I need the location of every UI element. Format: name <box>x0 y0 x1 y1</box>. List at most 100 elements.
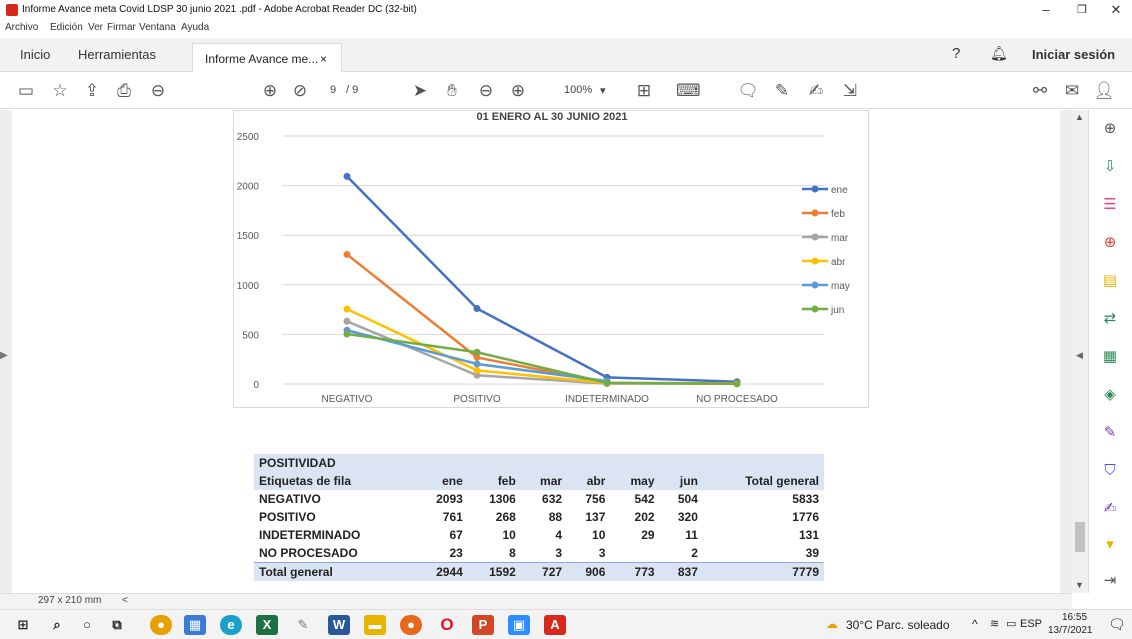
paint-icon[interactable]: ✎ <box>292 615 314 635</box>
zoom-in-icon[interactable]: ⊕ <box>506 79 530 103</box>
zoom-app-icon[interactable]: ▣ <box>508 615 530 635</box>
network-icon[interactable]: ≋ <box>990 617 999 630</box>
y-tick-label: 500 <box>242 330 259 341</box>
link-icon[interactable]: ⚯ <box>1028 79 1052 103</box>
star-icon[interactable]: ☆ <box>48 79 72 103</box>
zoom-icon[interactable]: ⊕ <box>1099 118 1121 140</box>
fit-page-icon[interactable]: ⊞ <box>632 79 656 103</box>
menu-firmar[interactable]: Firmar <box>107 22 136 33</box>
highlight-pen-icon[interactable]: ✎ <box>770 79 794 103</box>
line-chart: 01 ENERO AL 30 JUNIO 2021 0 500 1000 1500 200… <box>233 110 869 408</box>
clock-time[interactable]: 16:55 <box>1062 612 1087 623</box>
prev-page-icon[interactable]: ⊕ <box>258 79 282 103</box>
zoom-search-icon[interactable]: ⊖ <box>146 79 170 103</box>
weather-text[interactable]: 30°C Parc. soleado <box>846 618 950 632</box>
bell-icon[interactable]: 🔔︎ <box>990 45 1008 62</box>
row-label: Total general <box>254 562 415 581</box>
acrobat-taskbar-icon[interactable]: A <box>544 615 566 635</box>
print-icon[interactable]: ⎙ <box>112 79 136 103</box>
scroll-left-button[interactable]: < <box>122 595 128 606</box>
collapse-panel-icon[interactable]: ⇥ <box>1099 570 1121 592</box>
task-view-icon[interactable]: ⧉ <box>106 615 128 635</box>
tray-chevron-icon[interactable]: ^ <box>972 617 978 631</box>
zoom-level-select[interactable]: 100% <box>564 84 592 96</box>
save-icon[interactable]: ▭ <box>14 79 38 103</box>
help-icon[interactable]: ? <box>952 45 960 62</box>
fill-sign-icon[interactable]: ✎ <box>1099 422 1121 444</box>
table-row: INDETERMINADO 67 10 4 10 29 11 131 <box>254 526 824 544</box>
windows-start-icon[interactable]: ⊞ <box>12 615 34 635</box>
search-icon[interactable]: ⌕ <box>46 615 68 635</box>
convert-icon[interactable]: ⇄ <box>1099 308 1121 330</box>
table-cell: 1592 <box>467 562 521 581</box>
expand-left-panel-icon[interactable]: ▶ <box>0 350 8 361</box>
comment-tool-icon[interactable]: ▤ <box>1099 270 1121 292</box>
scan-icon[interactable]: ◈ <box>1099 384 1121 406</box>
organize-pages-icon[interactable]: ☰ <box>1099 194 1121 216</box>
table-cell: 67 <box>449 528 463 542</box>
firefox-icon[interactable]: ● <box>400 615 422 635</box>
add-user-icon[interactable]: 👤︎ <box>1092 79 1116 103</box>
word-icon[interactable]: W <box>328 615 350 635</box>
page-display-icon[interactable]: ⌨ <box>676 79 701 103</box>
language-indicator[interactable]: ESP <box>1020 618 1042 630</box>
current-page-input[interactable]: 9 <box>330 84 336 96</box>
menu-edicion[interactable]: Edición <box>50 22 83 33</box>
sign-in-button[interactable]: Iniciar sesión <box>1032 47 1115 62</box>
page-size-label: 297 x 210 mm <box>38 595 102 606</box>
compress-icon[interactable]: ▦ <box>1099 346 1121 368</box>
menu-ver[interactable]: Ver <box>88 22 103 33</box>
menu-archivo[interactable]: Archivo <box>5 22 38 33</box>
chrome-icon[interactable]: ● <box>150 615 172 635</box>
cloud-upload-icon[interactable]: ⇪ <box>80 79 104 103</box>
powerpoint-icon[interactable]: P <box>472 615 494 635</box>
menu-ayuda[interactable]: Ayuda <box>181 22 209 33</box>
cortana-icon[interactable]: ○ <box>76 615 98 635</box>
tab-home[interactable]: Inicio <box>20 47 50 62</box>
tab-close-icon[interactable]: × <box>320 52 327 66</box>
weather-icon[interactable]: ☁ <box>826 617 838 631</box>
select-cursor-icon[interactable]: ➤ <box>408 79 432 103</box>
export-pdf-icon[interactable]: ⇩ <box>1099 156 1121 178</box>
more-tools-icon[interactable]: ▾ <box>1099 534 1121 556</box>
create-pdf-icon[interactable]: ⊕ <box>1099 232 1121 254</box>
pivot-table: POSITIVIDAD Etiquetas de fila ene feb mar abr… <box>254 454 824 581</box>
signature-icon[interactable]: ✍︎ <box>1099 498 1121 520</box>
table-cell: 137 <box>585 510 606 524</box>
control-panel-icon[interactable]: ▦ <box>184 615 206 635</box>
collapse-right-arrow-icon[interactable]: ◀ <box>1076 350 1083 361</box>
close-window-button[interactable]: ✕ <box>1098 0 1132 22</box>
edge-icon[interactable]: e <box>220 615 242 635</box>
volume-icon[interactable]: ▭ <box>1006 617 1016 630</box>
document-viewport[interactable]: ▶ 01 ENERO AL 30 JUNIO 2021 0 500 1000 1500 2… <box>0 110 1072 593</box>
scroll-up-icon[interactable]: ▲ <box>1075 112 1084 122</box>
table-cell: 7779 <box>702 562 824 581</box>
table-cell: 39 <box>805 546 819 560</box>
email-icon[interactable]: ✉ <box>1060 79 1084 103</box>
maximize-button[interactable]: ❐ <box>1064 0 1100 22</box>
zoom-out-icon[interactable]: ⊖ <box>474 79 498 103</box>
y-tick-label: 2500 <box>237 132 260 143</box>
notifications-icon[interactable]: 🗨︎ <box>1108 616 1126 633</box>
scroll-down-icon[interactable]: ▼ <box>1075 580 1084 590</box>
table-cell: 10 <box>592 528 606 542</box>
minimize-button[interactable]: – <box>1028 0 1064 22</box>
menu-ventana[interactable]: Ventana <box>139 22 176 33</box>
opera-icon[interactable]: O <box>436 615 458 635</box>
table-cell: feb <box>467 472 521 490</box>
share-icon[interactable]: ⇲ <box>838 79 862 103</box>
clock-date[interactable]: 13/7/2021 <box>1048 625 1093 636</box>
table-row: NEGATIVO 2093 1306 632 756 542 504 5833 <box>254 490 824 508</box>
scroll-thumb[interactable] <box>1075 522 1085 552</box>
comment-icon[interactable]: 🗨︎ <box>736 79 760 103</box>
chevron-down-icon[interactable]: ▾ <box>600 84 606 97</box>
tab-document[interactable]: Informe Avance me... × <box>192 43 342 72</box>
table-cell: may <box>610 472 660 490</box>
tab-tools[interactable]: Herramientas <box>78 47 156 62</box>
hand-tool-icon[interactable]: ✋︎ <box>440 79 464 103</box>
excel-icon[interactable]: X <box>256 615 278 635</box>
sign-icon[interactable]: ✍︎ <box>804 79 828 103</box>
protect-icon[interactable]: ⛉ <box>1099 460 1121 482</box>
next-page-icon[interactable]: ⊘ <box>288 79 312 103</box>
file-explorer-icon[interactable]: ▬ <box>364 615 386 635</box>
